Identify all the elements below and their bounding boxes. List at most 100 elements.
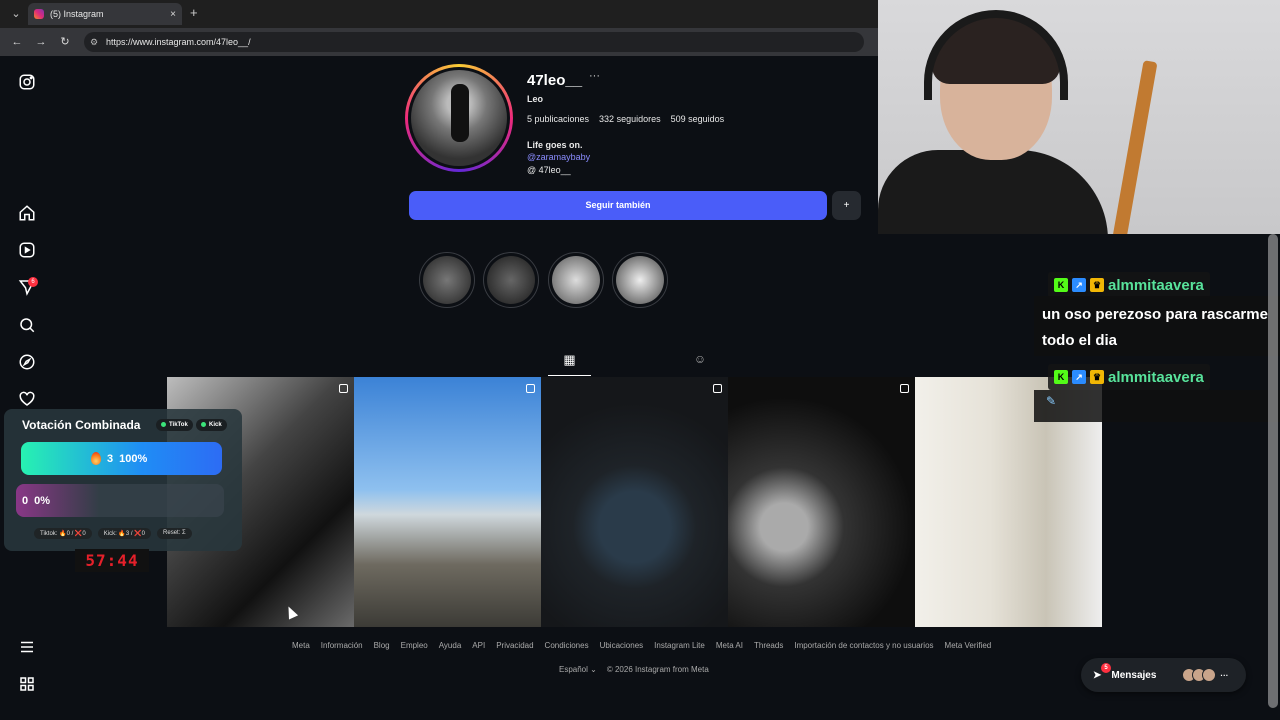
explore-icon[interactable] — [17, 352, 37, 372]
footer-link[interactable]: Meta Verified — [945, 641, 992, 650]
carousel-icon — [900, 384, 909, 393]
footer-link[interactable]: Meta — [292, 641, 310, 650]
add-person-icon[interactable]: + — [832, 191, 861, 220]
tagged-icon: ☺ — [693, 352, 707, 366]
threads-link[interactable]: @ 47leo__ — [527, 165, 571, 175]
threads-icon: @ — [527, 165, 539, 175]
chat-emote: ✎ — [1034, 390, 1280, 422]
post-thumbnail[interactable] — [354, 377, 541, 627]
story-highlight[interactable] — [419, 252, 475, 308]
browser-tabbar: ⌄ (5) Instagram × + — [0, 0, 878, 28]
profile-stats: 5 publicaciones 332 seguidores 509 segui… — [527, 114, 724, 124]
tab-posts-grid[interactable]: ▦ — [548, 352, 591, 376]
message-avatars — [1182, 668, 1217, 682]
vote-yes-count: 3 — [107, 452, 114, 465]
story-highlight[interactable] — [483, 252, 539, 308]
url-field[interactable]: ⚙ https://www.instagram.com/47leo__/ — [84, 32, 864, 52]
vote-widget: Votación Combinada TikTok Kick 3 100% 0 … — [4, 409, 242, 551]
followers-count[interactable]: 332 seguidores — [599, 114, 661, 124]
menu-icon[interactable] — [17, 637, 37, 657]
tab-title: (5) Instagram — [50, 9, 104, 19]
follow-back-button[interactable]: Seguir también — [409, 191, 827, 220]
chat-username-badge: K ↗ ♛ almmitaavera — [1048, 364, 1210, 390]
footer-link[interactable]: Ayuda — [439, 641, 462, 650]
language-select[interactable]: Español ⌄ — [559, 665, 597, 674]
page-scrollbar[interactable] — [1268, 234, 1278, 708]
instagram-favicon-icon — [34, 9, 44, 19]
copyright: © 2026 Instagram from Meta — [606, 665, 709, 674]
browser-tab-instagram[interactable]: (5) Instagram × — [28, 3, 182, 25]
footer-links: Meta Información Blog Empleo Ayuda API P… — [292, 641, 991, 650]
heart-icon[interactable] — [17, 389, 37, 409]
messages-label: Mensajes — [1111, 669, 1157, 681]
grid-icon: ▦ — [563, 352, 576, 367]
new-tab-button[interactable]: + — [190, 5, 198, 20]
notification-badge: 6 — [28, 277, 38, 287]
vote-tiktok-tally: Tiktok: 🔥0 / ❌0 — [34, 528, 92, 539]
footer-link[interactable]: Instagram Lite — [654, 641, 705, 650]
home-icon[interactable] — [17, 203, 37, 223]
kick-icon: K — [1054, 278, 1068, 292]
messages-badge: 5 — [1101, 663, 1111, 673]
reload-icon[interactable]: ↻ — [58, 35, 72, 49]
bio-mention-link[interactable]: @zaramaybaby — [527, 152, 590, 162]
kick-chip: Kick — [196, 419, 227, 431]
crown-icon: ♛ — [1090, 278, 1104, 292]
vote-title: Votación Combinada — [22, 418, 141, 432]
tab-close-icon[interactable]: × — [170, 9, 176, 20]
person-shirt — [878, 150, 1108, 234]
post-thumbnail[interactable] — [541, 377, 728, 627]
post-thumbnail[interactable] — [728, 377, 915, 627]
headset-image — [924, 10, 1068, 100]
guitar-image — [1112, 60, 1158, 234]
following-count[interactable]: 509 seguidos — [671, 114, 725, 124]
chevron-down-icon: ⌄ — [590, 665, 597, 674]
footer-link[interactable]: Meta AI — [716, 641, 743, 650]
options-icon[interactable]: ··· — [589, 70, 600, 82]
instagram-logo-icon[interactable] — [17, 72, 37, 92]
vote-no-percent: 0% — [34, 494, 51, 507]
footer-link[interactable]: Blog — [374, 641, 390, 650]
arrow-badge-icon: ↗ — [1072, 370, 1086, 384]
profile-username: 47leo__ — [527, 72, 583, 89]
search-icon[interactable] — [17, 315, 37, 335]
tab-list-icon[interactable]: ⌄ — [8, 6, 24, 22]
more-apps-icon[interactable] — [17, 674, 37, 694]
chat-username-badge: K ↗ ♛ almmitaavera — [1048, 272, 1210, 298]
footer-link[interactable]: Empleo — [401, 641, 428, 650]
forward-icon[interactable]: → — [34, 35, 48, 49]
story-highlight[interactable] — [612, 252, 668, 308]
profile-avatar[interactable] — [405, 64, 513, 172]
footer-link[interactable]: Ubicaciones — [600, 641, 644, 650]
messenger-icon: ➤ — [1093, 669, 1102, 681]
footer-link[interactable]: Condiciones — [545, 641, 589, 650]
footer-link[interactable]: Información — [321, 641, 363, 650]
posts-count: 5 publicaciones — [527, 114, 590, 124]
vote-kick-tally: Kick: 🔥3 / ❌0 — [97, 528, 152, 539]
chat-username: almmitaavera — [1108, 276, 1204, 294]
vote-footer: Tiktok: 🔥0 / ❌0 Kick: 🔥3 / ❌0 Reset: Σ — [34, 528, 192, 539]
messages-button[interactable]: ➤ 5 Mensajes ··· — [1081, 658, 1246, 692]
footer-link[interactable]: API — [472, 641, 485, 650]
footer-link[interactable]: Importación de contactos y no usuarios — [794, 641, 933, 650]
vote-yes-percent: 100% — [119, 452, 148, 465]
profile-full-name: Leo — [527, 94, 544, 104]
carousel-icon — [713, 384, 722, 393]
more-icon: ··· — [1220, 670, 1229, 680]
url-text: https://www.instagram.com/47leo__/ — [106, 37, 251, 47]
story-highlight[interactable] — [548, 252, 604, 308]
footer-link[interactable]: Threads — [754, 641, 783, 650]
screen: ⌄ (5) Instagram × + ← → ↻ ⚙ https://www.… — [0, 0, 1280, 720]
reels-icon[interactable] — [17, 240, 37, 260]
footer-link[interactable]: Privacidad — [496, 641, 533, 650]
tab-tagged[interactable]: ☺ — [690, 352, 710, 366]
tiktok-chip: TikTok — [156, 419, 193, 431]
crown-icon: ♛ — [1090, 370, 1104, 384]
back-icon[interactable]: ← — [10, 35, 24, 49]
left-nav: 6 — [0, 56, 54, 720]
carousel-icon — [339, 384, 348, 393]
chat-username: almmitaavera — [1108, 368, 1204, 386]
footer-meta: Español ⌄ © 2026 Instagram from Meta — [559, 665, 709, 674]
vote-reset: Reset: Σ — [157, 528, 192, 539]
site-info-icon[interactable]: ⚙ — [90, 32, 98, 52]
